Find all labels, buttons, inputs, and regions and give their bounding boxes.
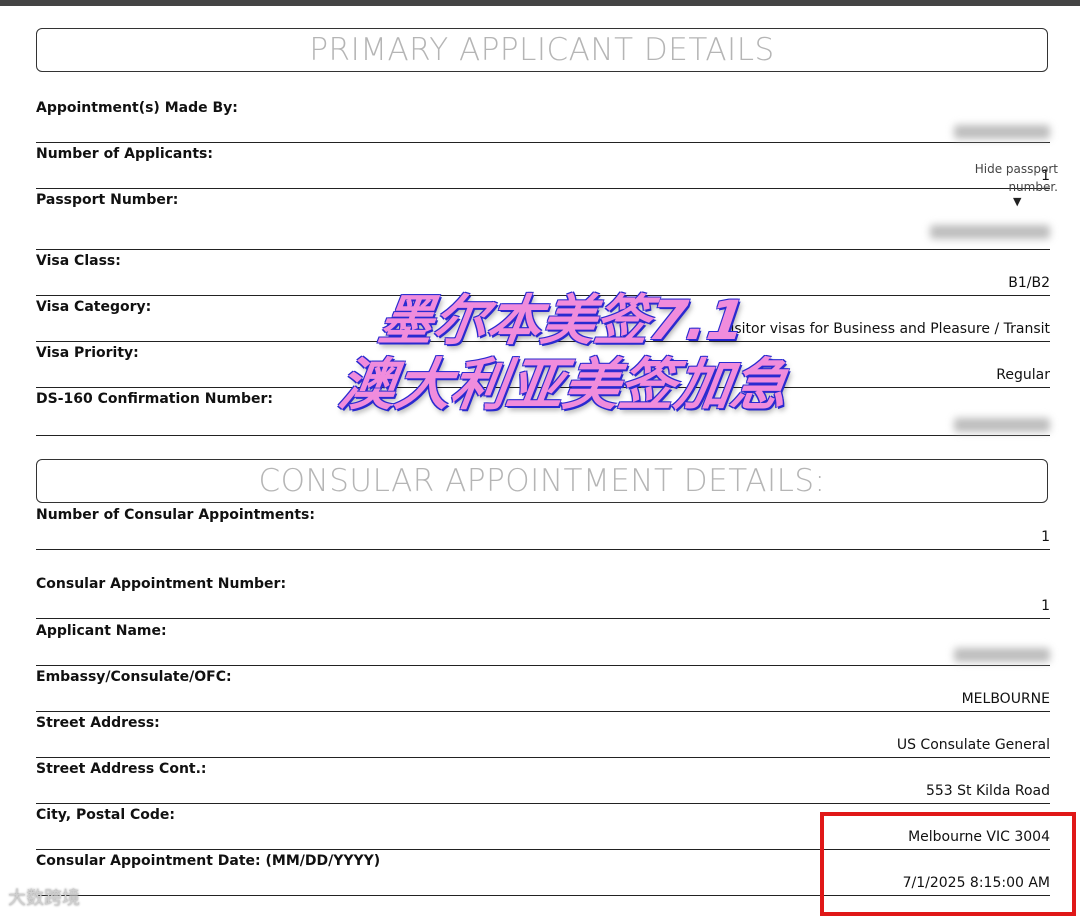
row-applicant-name: Applicant Name: xyxy=(36,619,1050,666)
redacted-value xyxy=(954,648,1050,662)
chevron-down-icon[interactable]: ▼ xyxy=(1013,195,1021,208)
row-street-address-cont: Street Address Cont.: 553 St Kilda Road xyxy=(36,757,1050,804)
consular-section-header: CONSULAR APPOINTMENT DETAILS: xyxy=(36,459,1048,503)
row-street-address: Street Address: US Consulate General xyxy=(36,711,1050,758)
field-label: Consular Appointment Number: xyxy=(36,576,287,592)
field-value: 1 xyxy=(1041,529,1050,545)
highlight-box xyxy=(820,812,1076,916)
primary-section-header: PRIMARY APPLICANT DETAILS xyxy=(36,28,1048,72)
field-label: DS-160 Confirmation Number: xyxy=(36,391,274,407)
field-label: Visa Class: xyxy=(36,253,121,269)
field-label: Passport Number: xyxy=(36,192,179,208)
field-value: 1 xyxy=(1041,598,1050,614)
field-value: B1/B2 xyxy=(1008,275,1050,291)
field-label: Embassy/Consulate/OFC: xyxy=(36,669,232,685)
field-label: Street Address: xyxy=(36,715,160,731)
redacted-value xyxy=(954,418,1050,432)
field-label: Visa Priority: xyxy=(36,345,139,361)
row-passport-number: Passport Number: xyxy=(36,188,1050,250)
field-label: Number of Applicants: xyxy=(36,146,213,162)
field-label: Number of Consular Appointments: xyxy=(36,507,315,523)
top-bar xyxy=(0,0,1080,6)
row-embassy-consulate: Embassy/Consulate/OFC: MELBOURNE xyxy=(36,665,1050,712)
field-label: Consular Appointment Date: (MM/DD/YYYY) xyxy=(36,853,381,869)
field-value: Regular xyxy=(996,367,1050,383)
row-number-of-consular-appointments: Number of Consular Appointments: 1 xyxy=(36,503,1050,550)
consular-section-title: CONSULAR APPOINTMENT DETAILS: xyxy=(258,463,826,499)
corner-logo: 大数跨境 xyxy=(8,888,80,909)
field-label: City, Postal Code: xyxy=(36,807,176,823)
watermark-line-2: 澳大利亚美签加急 xyxy=(334,353,792,418)
field-value: Visitor visas for Business and Pleasure … xyxy=(721,321,1050,337)
row-appointment-made-by: Appointment(s) Made By: xyxy=(36,96,1050,143)
redacted-value xyxy=(954,125,1050,139)
row-consular-appointment-number: Consular Appointment Number: 1 xyxy=(36,572,1050,619)
row-number-of-applicants: Number of Applicants: 1 xyxy=(36,142,1050,189)
field-label: Street Address Cont.: xyxy=(36,761,207,777)
field-value: 553 St Kilda Road xyxy=(925,783,1050,799)
field-label: Visa Category: xyxy=(36,299,152,315)
primary-section-title: PRIMARY APPLICANT DETAILS xyxy=(309,32,775,68)
redacted-value xyxy=(930,225,1050,239)
field-label: Applicant Name: xyxy=(36,623,167,639)
field-value: MELBOURNE xyxy=(961,691,1050,707)
field-value: US Consulate General xyxy=(896,737,1050,753)
field-label: Appointment(s) Made By: xyxy=(36,100,238,116)
hide-passport-toggle[interactable]: Hide passport number. xyxy=(940,160,1058,196)
